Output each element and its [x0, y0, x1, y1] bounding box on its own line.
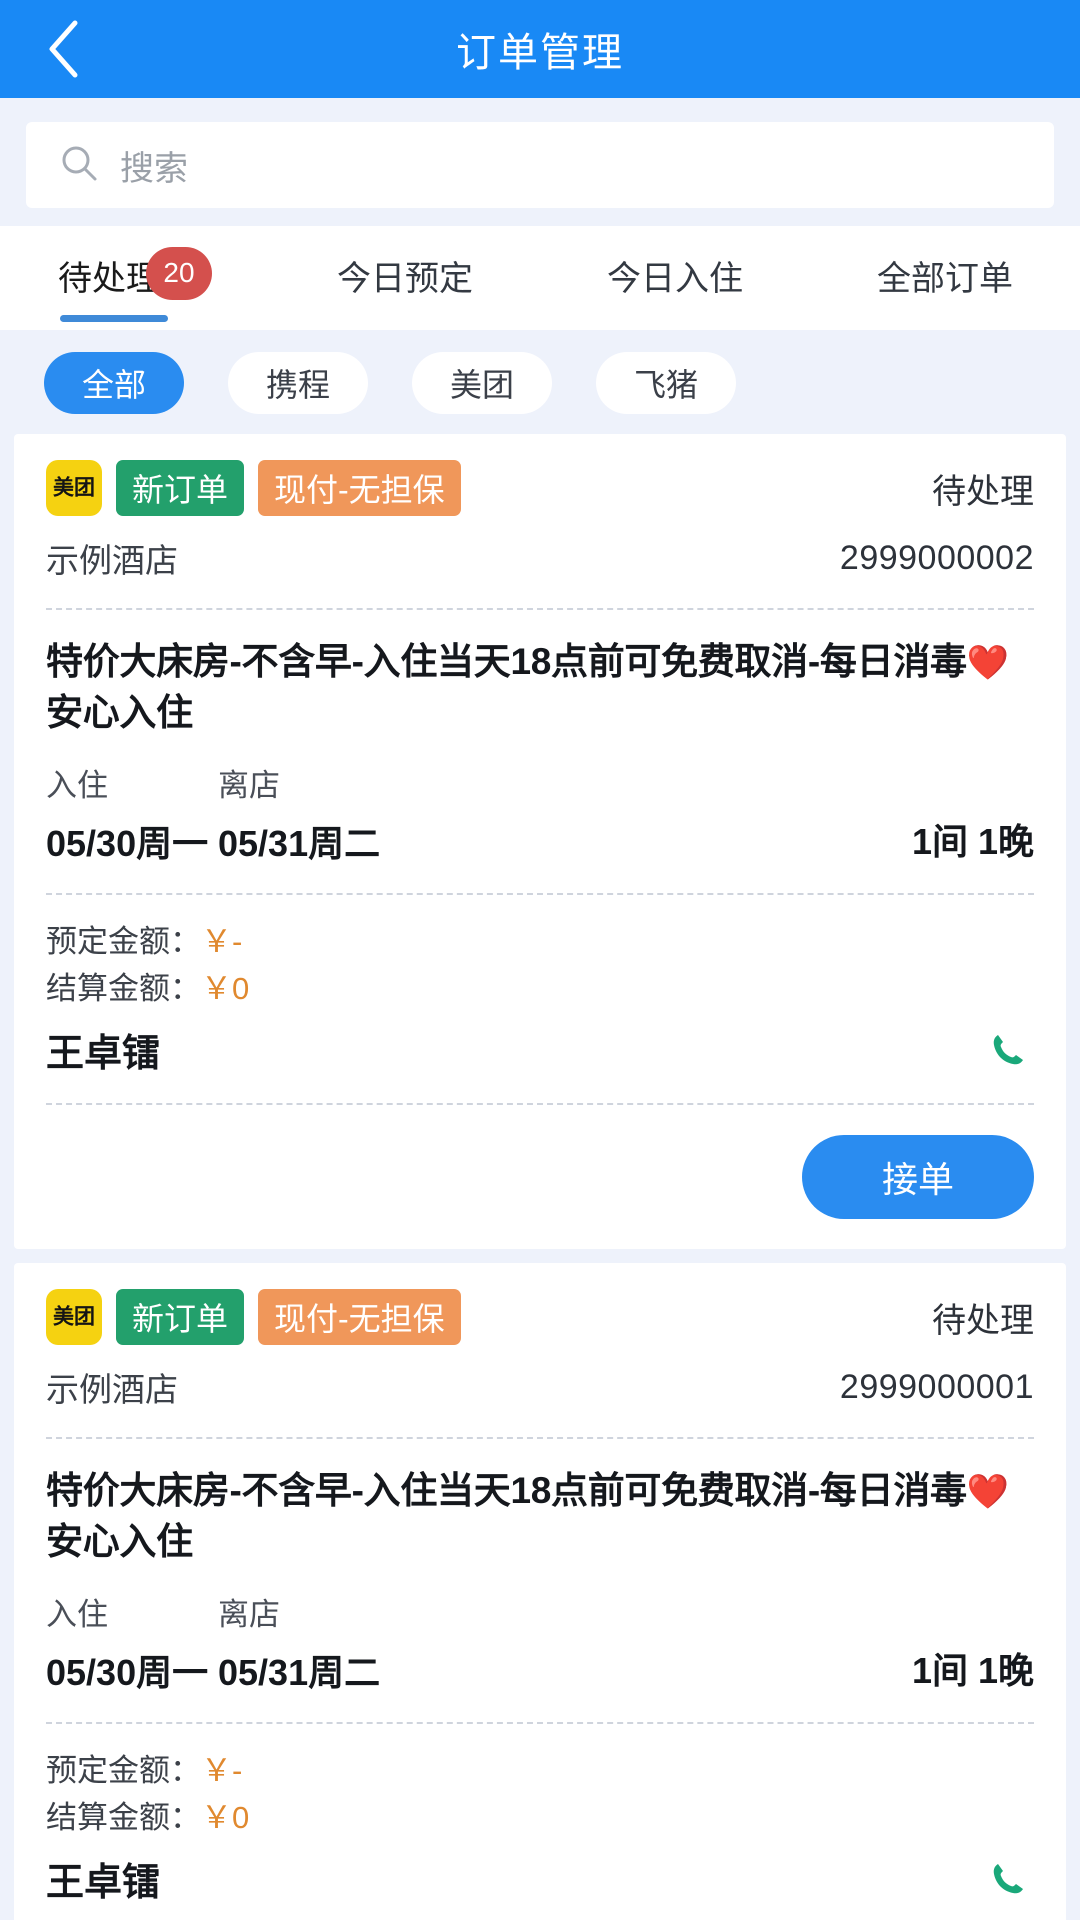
search-icon [60, 144, 98, 187]
phone-icon[interactable] [982, 1853, 1034, 1905]
hotel-name: 示例酒店 [46, 542, 178, 579]
filter-chip-all[interactable]: 全部 [44, 352, 185, 414]
booking-amount-row: 预定金额：￥- [46, 919, 1034, 966]
checkin-label: 入住 [46, 768, 108, 804]
stay-dates: 入住 05/30周一 离店 05/31周二 1间 1晚 [46, 760, 1034, 867]
search-section: 搜索 [0, 98, 1080, 226]
checkout-date: 05/31周二 [218, 1652, 381, 1694]
tab-today-booking-label: 今日预定 [337, 259, 473, 298]
divider [46, 1103, 1034, 1106]
filter-chip-row: 全部 携程 美团 飞猪 [0, 330, 1080, 434]
order-actions: 接单 [46, 1135, 1034, 1220]
tab-active-underline [60, 314, 168, 322]
accept-order-button[interactable]: 接单 [802, 1135, 1034, 1220]
order-card-subheader: 示例酒店 2999000001 [46, 1363, 1034, 1411]
checkout-label: 离店 [218, 768, 280, 804]
search-placeholder: 搜索 [120, 149, 188, 188]
tab-pending-badge: 20 [146, 246, 212, 300]
tag-new-order: 新订单 [116, 460, 245, 516]
booking-amount-value: ￥- [201, 924, 243, 960]
order-badges: 美团 新订单 现付-无担保 [46, 460, 932, 516]
checkout-block: 离店 05/31周二 [218, 1589, 380, 1696]
navbar: 订单管理 [0, 0, 1080, 98]
back-button[interactable] [36, 17, 92, 81]
phone-icon[interactable] [982, 1024, 1034, 1076]
booking-amount-label: 预定金额： [46, 1753, 201, 1789]
meituan-logo-icon: 美团 [46, 1289, 102, 1346]
search-input[interactable]: 搜索 [26, 122, 1054, 208]
settle-amount-value: ￥0 [201, 1799, 250, 1835]
order-number: 2999000002 [839, 538, 1034, 577]
rooms-nights: 1间 1晚 [911, 821, 1034, 863]
tag-new-order: 新订单 [116, 1289, 245, 1346]
checkin-block: 入住 05/30周一 [46, 760, 218, 867]
settle-amount-value: ￥0 [201, 970, 250, 1006]
checkin-label: 入住 [46, 1597, 108, 1633]
room-title: 特价大床房-不含早-入住当天18点前可免费取消-每日消毒❤️ 安心入住 [46, 1465, 1034, 1567]
status-badge: 待处理 [932, 1301, 1034, 1340]
settle-amount-label: 结算金额： [46, 970, 201, 1006]
amount-block: 预定金额：￥- 结算金额：￥0 [46, 1748, 1034, 1841]
tab-all-orders[interactable]: 全部订单 [810, 226, 1080, 330]
checkin-date: 05/30周一 [46, 823, 209, 865]
guest-name: 王卓镭 [46, 1033, 161, 1076]
guest-row: 王卓镭 [46, 1022, 1034, 1077]
tab-today-booking[interactable]: 今日预定 [270, 226, 540, 330]
tag-payment-type: 现付-无担保 [258, 460, 461, 516]
room-title-part-b: 安心入住 [46, 692, 193, 734]
tab-all-orders-label: 全部订单 [877, 259, 1013, 298]
room-title-part-b: 安心入住 [46, 1521, 193, 1563]
stay-dates: 入住 05/30周一 离店 05/31周二 1间 1晚 [46, 1589, 1034, 1696]
order-list: 美团 新订单 现付-无担保 待处理 示例酒店 2999000002 特价大床房-… [0, 434, 1080, 1920]
settle-amount-label: 结算金额： [46, 1799, 201, 1835]
rooms-nights: 1间 1晚 [911, 1650, 1034, 1692]
guest-name: 王卓镭 [46, 1862, 161, 1905]
order-card-header: 美团 新订单 现付-无担保 待处理 [46, 1289, 1034, 1346]
chevron-left-icon [44, 18, 84, 80]
checkin-date: 05/30周一 [46, 1652, 209, 1694]
booking-amount-value: ￥- [201, 1753, 243, 1789]
divider [46, 608, 1034, 610]
heart-icon: ❤️ [966, 644, 1009, 682]
order-card[interactable]: 美团 新订单 现付-无担保 待处理 示例酒店 2999000002 特价大床房-… [14, 434, 1066, 1250]
booking-amount-label: 预定金额： [46, 924, 201, 960]
checkout-block: 离店 05/31周二 [218, 760, 380, 867]
order-management-screen: 订单管理 搜索 待处理 20 今日预定 今日入住 全部订单 全部 携程 美团 飞… [0, 0, 1080, 1920]
tab-today-checkin[interactable]: 今日入住 [540, 226, 810, 330]
hotel-name: 示例酒店 [46, 1371, 178, 1409]
tab-bar: 待处理 20 今日预定 今日入住 全部订单 [0, 226, 1080, 330]
checkin-block: 入住 05/30周一 [46, 1589, 218, 1696]
order-card-header: 美团 新订单 现付-无担保 待处理 [46, 460, 1034, 516]
order-badges: 美团 新订单 现付-无担保 [46, 1289, 932, 1346]
room-title-part-a: 特价大床房-不含早-入住当天18点前可免费取消-每日消毒 [46, 1470, 967, 1512]
divider [46, 893, 1034, 896]
order-card[interactable]: 美团 新订单 现付-无担保 待处理 示例酒店 2999000001 特价大床房-… [14, 1263, 1066, 1920]
filter-chip-meituan[interactable]: 美团 [412, 352, 553, 414]
meituan-logo-icon: 美团 [46, 460, 102, 516]
filter-chip-fliggy[interactable]: 飞猪 [596, 352, 737, 414]
tab-today-checkin-label: 今日入住 [607, 259, 743, 298]
tag-payment-type: 现付-无担保 [258, 1289, 461, 1346]
divider [46, 1722, 1034, 1725]
checkout-label: 离店 [218, 1597, 280, 1633]
guest-row: 王卓镭 [46, 1851, 1034, 1906]
checkout-date: 05/31周二 [218, 823, 381, 865]
order-card-subheader: 示例酒店 2999000002 [46, 534, 1034, 582]
amount-block: 预定金额：￥- 结算金额：￥0 [46, 919, 1034, 1012]
tab-pending[interactable]: 待处理 20 [0, 226, 270, 330]
booking-amount-row: 预定金额：￥- [46, 1748, 1034, 1795]
heart-icon: ❤️ [966, 1473, 1009, 1512]
page-title: 订单管理 [456, 31, 624, 75]
tab-pending-label: 待处理 [58, 259, 160, 298]
settle-amount-row: 结算金额：￥0 [46, 966, 1034, 1013]
divider [46, 1437, 1034, 1440]
filter-chip-ctrip[interactable]: 携程 [228, 352, 369, 414]
room-title-part-a: 特价大床房-不含早-入住当天18点前可免费取消-每日消毒 [46, 641, 967, 682]
status-badge: 待处理 [932, 472, 1034, 511]
order-number: 2999000001 [839, 1367, 1034, 1406]
room-title: 特价大床房-不含早-入住当天18点前可免费取消-每日消毒❤️ 安心入住 [46, 636, 1034, 738]
settle-amount-row: 结算金额：￥0 [46, 1795, 1034, 1842]
